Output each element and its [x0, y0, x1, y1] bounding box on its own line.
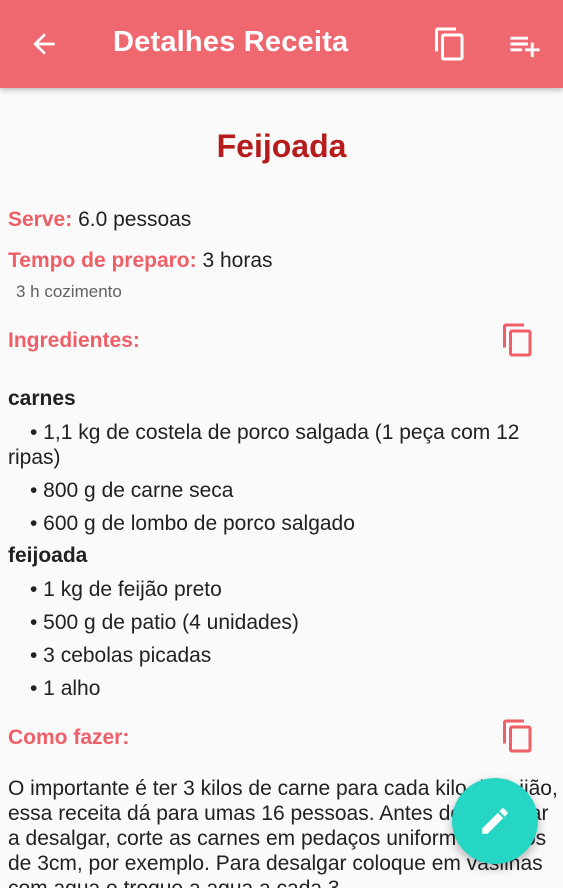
edit-recipe-button[interactable]: [452, 778, 538, 864]
arrow-back-icon[interactable]: [28, 28, 60, 60]
ingredient-text: • 1 alho: [30, 677, 101, 700]
ingredient-text: • 500 g de patio (4 unidades): [30, 611, 299, 634]
ingredient-text: • 600 g de lombo de porco salgado: [30, 512, 355, 535]
prep-time-value: 3 horas: [202, 249, 273, 272]
ingredient-item: • 1,1 kg de costela de porco salgada (1 …: [8, 420, 548, 470]
prep-time-note: 3 h cozimento: [16, 282, 122, 301]
recipe-details[interactable]: Feijoada Serve: 6.0 pessoas Tempo de pre…: [0, 88, 563, 888]
ingredient-group-title: feijoada: [8, 544, 88, 567]
edit-pencil-icon: [478, 804, 512, 838]
ingredient-text: • 800 g de carne seca: [30, 479, 234, 502]
playlist-add-icon[interactable]: [507, 28, 543, 60]
serves-value: 6.0 pessoas: [78, 208, 192, 231]
prep-time-label: Tempo de preparo:: [8, 249, 197, 272]
serves-row: Serve: 6.0 pessoas: [8, 208, 191, 232]
ingredient-item: • 500 g de patio (4 unidades): [8, 610, 548, 635]
method-label: Como fazer:: [8, 726, 130, 749]
ingredient-item: • 1 alho: [8, 676, 548, 701]
ingredient-text: • 1,1 kg de costela de porco salgada (1 …: [8, 421, 520, 469]
recipe-title: Feijoada: [216, 128, 347, 164]
copy-method-icon[interactable]: [500, 718, 536, 754]
ingredient-item: • 3 cebolas picadas: [8, 643, 548, 668]
copy-ingredients-icon[interactable]: [500, 322, 536, 358]
content-copy-icon[interactable]: [432, 26, 468, 62]
ingredient-item: • 800 g de carne seca: [8, 478, 548, 503]
ingredient-text: • 3 cebolas picadas: [30, 644, 212, 667]
app-bar-title: Detalhes Receita: [113, 26, 349, 58]
serves-label: Serve:: [8, 208, 73, 231]
app-bar: Detalhes Receita: [0, 0, 563, 88]
ingredient-item: • 600 g de lombo de porco salgado: [8, 511, 548, 536]
ingredient-group-title: carnes: [8, 387, 76, 410]
ingredient-item: • 1 kg de feijão preto: [8, 577, 548, 602]
ingredients-label: Ingredientes:: [8, 329, 140, 352]
prep-time-row: Tempo de preparo: 3 horas: [8, 249, 273, 273]
ingredient-text: • 1 kg de feijão preto: [30, 578, 222, 601]
